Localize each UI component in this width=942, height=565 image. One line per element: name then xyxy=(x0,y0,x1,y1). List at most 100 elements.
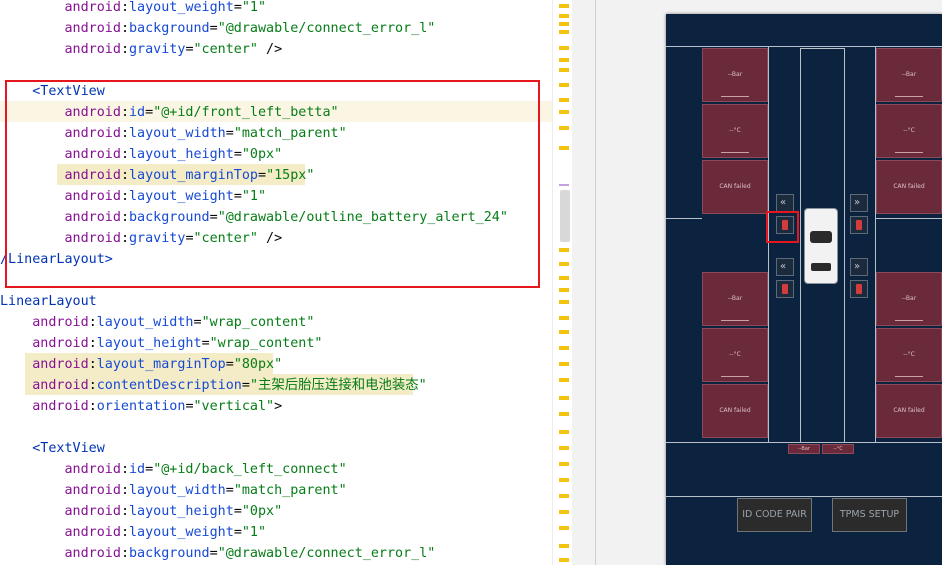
code-token: layout_height xyxy=(96,336,202,351)
code-line[interactable]: <TextView xyxy=(0,438,552,459)
can-status-tile: CAN failed xyxy=(876,160,942,214)
tile-label: --Bar xyxy=(727,295,743,302)
preview-line xyxy=(844,48,845,442)
code-line[interactable]: android:orientation="vertical"> xyxy=(0,396,552,417)
stripe-mark[interactable] xyxy=(559,276,569,280)
stripe-mark[interactable] xyxy=(559,316,569,320)
stripe-mark[interactable] xyxy=(559,412,569,416)
preview-line xyxy=(666,46,942,47)
stripe-mark[interactable] xyxy=(559,184,569,186)
code-line[interactable] xyxy=(0,60,552,81)
code-token: android xyxy=(0,336,89,351)
code-line[interactable]: android:layout_width="wrap_content" xyxy=(0,312,552,333)
tile-label: --°C xyxy=(903,351,915,358)
code-editor[interactable]: android:layout_weight="1" android:backgr… xyxy=(0,0,552,565)
code-token: "@drawable/connect_error_l" xyxy=(217,546,436,561)
stripe-mark[interactable] xyxy=(559,14,569,18)
code-line[interactable]: android:layout_width="match_parent" xyxy=(0,480,552,501)
stripe-mark[interactable] xyxy=(559,378,569,382)
code-token: "@+id/back_left_connect" xyxy=(153,462,347,477)
stripe-mark[interactable] xyxy=(559,22,569,26)
stripe-mark[interactable] xyxy=(559,83,569,87)
editor-scrollbar-thumb[interactable] xyxy=(560,190,570,242)
code-line[interactable]: android:contentDescription="主架后胎压连接和电池装态… xyxy=(0,375,552,396)
stripe-mark[interactable] xyxy=(559,4,569,8)
code-token: android xyxy=(0,546,121,561)
code-token: android xyxy=(0,0,121,15)
tile-label: CAN failed xyxy=(719,183,751,190)
code-token: "主架后胎压连接和电池装态" xyxy=(249,378,427,393)
stripe-mark[interactable] xyxy=(559,30,569,34)
tire-pressure-tile: --Bar xyxy=(702,272,768,326)
battery-alert-icon xyxy=(850,216,868,234)
code-line[interactable]: android:layout_marginTop="80px" xyxy=(0,354,552,375)
stripe-mark[interactable] xyxy=(559,462,569,466)
code-token: android xyxy=(0,483,121,498)
code-line[interactable]: android:layout_height="wrap_content" xyxy=(0,333,552,354)
stripe-mark[interactable] xyxy=(559,146,569,150)
code-token: layout_marginTop xyxy=(96,357,226,372)
code-line[interactable]: android:id="@+id/back_left_connect" xyxy=(0,459,552,480)
code-token: "match_parent" xyxy=(233,483,347,498)
stripe-mark[interactable] xyxy=(559,544,569,548)
stripe-mark[interactable] xyxy=(559,68,569,72)
stripe-mark[interactable] xyxy=(559,288,569,292)
stripe-mark[interactable] xyxy=(559,126,569,130)
stripe-mark[interactable] xyxy=(559,46,569,50)
code-token: : xyxy=(88,378,97,393)
stripe-mark[interactable] xyxy=(559,58,569,62)
split-gap xyxy=(572,0,596,565)
stripe-mark[interactable] xyxy=(559,110,569,114)
code-token: = xyxy=(193,315,202,330)
tpms-setup-button[interactable]: TPMS SETUP xyxy=(832,498,907,532)
code-token: : xyxy=(88,336,97,351)
stripe-mark[interactable] xyxy=(559,362,569,366)
stripe-mark[interactable] xyxy=(559,248,569,252)
stripe-mark[interactable] xyxy=(559,526,569,530)
code-token: "1" xyxy=(241,525,267,540)
stripe-mark[interactable] xyxy=(559,300,569,304)
stripe-mark[interactable] xyxy=(559,396,569,400)
code-line[interactable]: android:background="@drawable/connect_er… xyxy=(0,543,552,564)
tile-label: --°C xyxy=(729,351,741,358)
code-line[interactable] xyxy=(0,417,552,438)
can-status-tile: CAN failed xyxy=(702,384,768,438)
code-token: android xyxy=(0,504,121,519)
code-token: "@drawable/connect_error_l" xyxy=(217,21,436,36)
tile-bar xyxy=(895,96,923,97)
code-line[interactable]: android:layout_height="0px" xyxy=(0,501,552,522)
code-token: : xyxy=(120,546,129,561)
stripe-mark[interactable] xyxy=(559,510,569,514)
stripe-mark[interactable] xyxy=(559,346,569,350)
stripe-mark[interactable] xyxy=(559,558,569,562)
code-token: = xyxy=(241,378,250,393)
stripe-mark[interactable] xyxy=(559,494,569,498)
code-line[interactable]: LinearLayout xyxy=(0,291,552,312)
stripe-mark[interactable] xyxy=(559,98,569,102)
preview-line xyxy=(666,218,702,219)
code-line[interactable]: android:gravity="center" /> xyxy=(0,39,552,60)
stripe-mark[interactable] xyxy=(559,430,569,434)
code-annotation-box xyxy=(5,80,540,288)
tile-bar xyxy=(895,376,923,377)
can-status-tile: CAN failed xyxy=(702,160,768,214)
status-chip: --Bar xyxy=(788,444,820,454)
code-line[interactable]: android:layout_weight="1" xyxy=(0,0,552,18)
id-code-pair-button[interactable]: ID CODE PAIR xyxy=(737,498,812,532)
stripe-mark[interactable] xyxy=(559,330,569,334)
chevrons-icon: » xyxy=(854,197,861,208)
tile-bar xyxy=(721,376,749,377)
code-line[interactable]: android:background="@drawable/connect_er… xyxy=(0,18,552,39)
tile-bar xyxy=(721,152,749,153)
tile-bar xyxy=(895,152,923,153)
chevrons-icon: « xyxy=(780,261,787,272)
layout-preview-device[interactable]: --Bar --°C CAN failed --Bar --°C CAN fai… xyxy=(666,14,942,565)
code-token: android xyxy=(0,42,121,57)
stripe-mark[interactable] xyxy=(559,262,569,266)
code-token: id xyxy=(129,462,146,477)
code-line[interactable]: android:layout_weight="1" xyxy=(0,522,552,543)
stripe-mark[interactable] xyxy=(559,446,569,450)
code-token: : xyxy=(120,42,129,57)
stripe-mark[interactable] xyxy=(559,478,569,482)
chevrons-icon: « xyxy=(780,197,787,208)
